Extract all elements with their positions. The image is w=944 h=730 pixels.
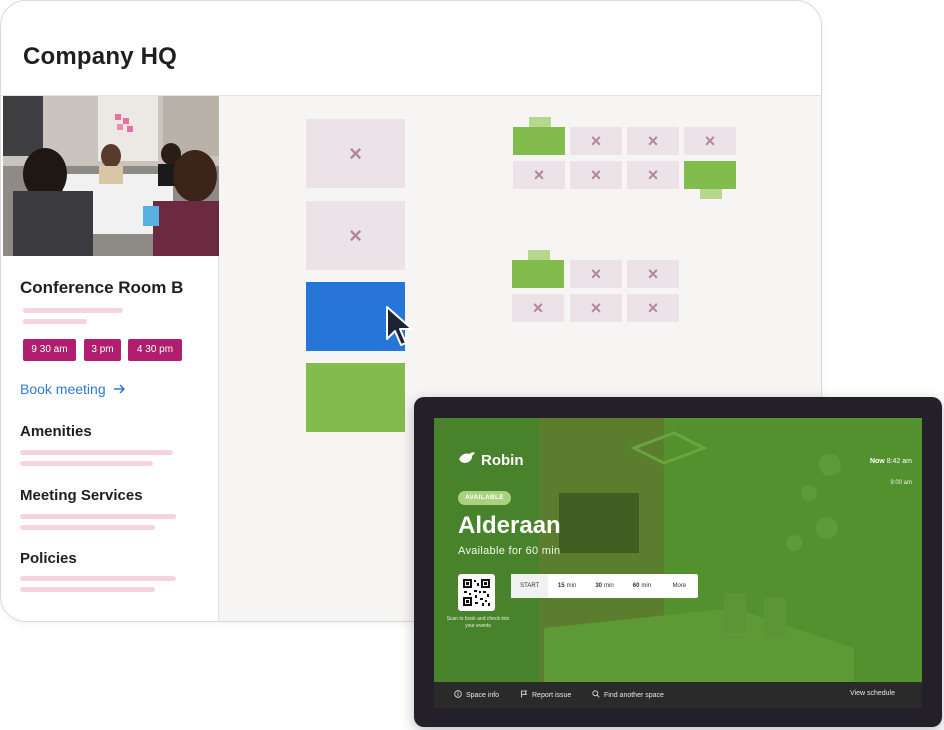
chair bbox=[529, 117, 551, 127]
duration-30-button[interactable]: 30 min bbox=[586, 574, 623, 598]
desk-unavailable: × bbox=[627, 161, 679, 189]
room-name: Alderaan bbox=[458, 512, 561, 539]
section-policies[interactable]: Policies bbox=[20, 550, 77, 567]
chair bbox=[700, 189, 722, 199]
room-display-screen: Robin Now 8:42 am 9:00 am AVAILABLE Alde… bbox=[434, 418, 922, 708]
desk-unavailable: × bbox=[512, 294, 564, 322]
availability-text: Available for 60 min bbox=[458, 545, 561, 557]
duration-unit: min bbox=[604, 583, 614, 589]
find-another-space-button[interactable]: Find another space bbox=[592, 690, 664, 700]
info-icon bbox=[454, 690, 462, 700]
status-badge: AVAILABLE bbox=[458, 491, 511, 505]
desk-unavailable: × bbox=[570, 260, 622, 288]
duration-number: 30 bbox=[595, 583, 603, 589]
duration-number: 60 bbox=[632, 583, 640, 589]
qr-caption: Scan to book and check into your events bbox=[446, 616, 510, 629]
room-unavailable: × bbox=[306, 119, 405, 188]
find-space-label: Find another space bbox=[604, 691, 664, 699]
placeholder-line bbox=[20, 450, 173, 455]
current-time: Now 8:42 am bbox=[870, 458, 912, 465]
time-slot-chip[interactable]: 3 pm bbox=[84, 339, 121, 361]
page-title: Company HQ bbox=[23, 43, 178, 70]
now-label: Now bbox=[869, 458, 885, 465]
mouse-cursor-icon bbox=[385, 305, 415, 352]
room-photo bbox=[3, 96, 219, 256]
duration-60-button[interactable]: 60 min bbox=[623, 574, 660, 598]
brand-logo: Robin bbox=[458, 451, 524, 469]
room-details-panel: Conference Room B 9 30 am 3 pm 4 30 pm B… bbox=[1, 96, 219, 621]
section-amenities[interactable]: Amenities bbox=[20, 423, 92, 440]
placeholder-line bbox=[20, 587, 155, 592]
display-bottom-bar: Space info Report issue Find another spa… bbox=[434, 682, 922, 708]
space-info-label: Space info bbox=[466, 691, 500, 699]
duration-number: 15 bbox=[557, 583, 565, 589]
brand-name: Robin bbox=[481, 451, 524, 469]
search-icon bbox=[592, 690, 600, 700]
now-time: 8:42 am bbox=[886, 458, 912, 465]
room-unavailable: × bbox=[306, 201, 405, 270]
room-title: Conference Room B bbox=[20, 278, 184, 297]
section-meeting-services[interactable]: Meeting Services bbox=[20, 487, 143, 504]
placeholder-line bbox=[20, 525, 155, 530]
duration-15-button[interactable]: 15 min bbox=[548, 574, 585, 598]
report-issue-button[interactable]: Report issue bbox=[520, 690, 571, 700]
desk-available[interactable] bbox=[513, 127, 565, 155]
desk-available[interactable] bbox=[684, 161, 736, 189]
placeholder-line bbox=[20, 514, 176, 519]
book-meeting-link[interactable]: Book meeting bbox=[20, 381, 126, 397]
view-schedule-button[interactable]: View schedule bbox=[850, 690, 895, 697]
start-now-button[interactable]: START bbox=[511, 574, 549, 598]
qr-code-icon bbox=[458, 574, 495, 611]
desk-unavailable: × bbox=[627, 127, 679, 155]
duration-unit: min bbox=[566, 583, 577, 589]
duration-unit: min bbox=[641, 583, 652, 589]
placeholder-line bbox=[20, 576, 176, 581]
space-info-button[interactable]: Space info bbox=[454, 690, 499, 700]
more-button[interactable]: More bbox=[661, 574, 698, 598]
placeholder-line bbox=[20, 461, 153, 466]
window-header: Company HQ bbox=[1, 1, 821, 96]
desk-unavailable: × bbox=[513, 161, 565, 189]
desk-unavailable: × bbox=[570, 161, 622, 189]
desk-unavailable: × bbox=[570, 127, 622, 155]
room-available[interactable] bbox=[306, 363, 405, 432]
time-slot-chip[interactable]: 9 30 am bbox=[23, 339, 76, 361]
placeholder-line bbox=[23, 319, 87, 324]
more-label: More bbox=[672, 583, 687, 589]
arrow-right-icon bbox=[113, 381, 126, 397]
robin-bird-icon bbox=[458, 451, 476, 469]
chair bbox=[528, 250, 550, 260]
desk-unavailable: × bbox=[627, 260, 679, 288]
duration-selector: START 15 min 30 min 60 min More bbox=[511, 574, 698, 598]
desk-unavailable: × bbox=[570, 294, 622, 322]
desk-unavailable: × bbox=[684, 127, 736, 155]
next-time: 9:00 am bbox=[890, 480, 912, 486]
time-slot-chip[interactable]: 4 30 pm bbox=[128, 339, 182, 361]
start-label: START bbox=[520, 583, 540, 589]
report-issue-label: Report issue bbox=[532, 691, 572, 699]
flag-icon bbox=[520, 690, 528, 700]
view-schedule-label: View schedule bbox=[849, 690, 895, 697]
book-meeting-label: Book meeting bbox=[20, 381, 106, 397]
placeholder-line bbox=[23, 308, 123, 313]
desk-unavailable: × bbox=[627, 294, 679, 322]
desk-available[interactable] bbox=[512, 260, 564, 288]
